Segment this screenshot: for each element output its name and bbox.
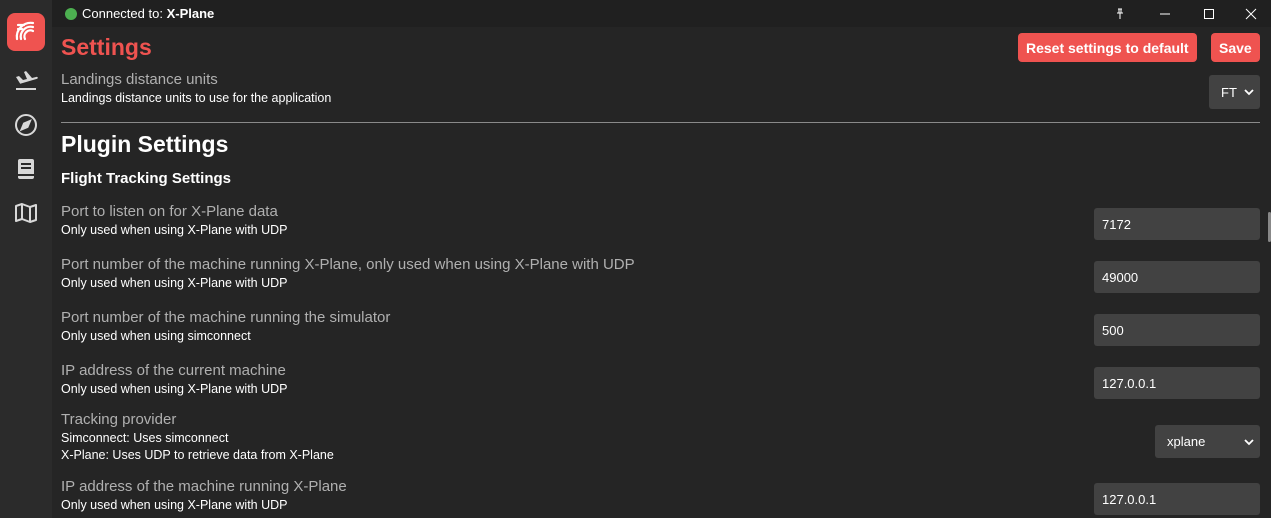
reset-defaults-button[interactable]: Reset settings to default — [1018, 33, 1197, 62]
xplane-ip-desc: Only used when using X-Plane with UDP — [61, 498, 288, 512]
pin-icon[interactable] — [1097, 0, 1142, 27]
xplane-machine-port-desc: Only used when using X-Plane with UDP — [61, 276, 288, 290]
xplane-machine-port-label: Port number of the machine running X-Pla… — [61, 256, 635, 273]
connection-prefix: Connected to: — [82, 6, 163, 21]
current-ip-desc: Only used when using X-Plane with UDP — [61, 382, 288, 396]
map-icon[interactable] — [7, 194, 45, 232]
minimize-icon[interactable] — [1142, 0, 1187, 27]
tracking-provider-select[interactable]: xplane — [1155, 425, 1260, 458]
landing-units-label: Landings distance units — [61, 71, 218, 88]
tracking-provider-value: xplane — [1167, 434, 1206, 449]
landing-units-select[interactable]: FT — [1209, 75, 1260, 109]
xplane-port-label: Port to listen on for X-Plane data — [61, 203, 278, 220]
sim-port-desc: Only used when using simconnect — [61, 329, 251, 343]
divider — [61, 122, 1260, 123]
xplane-ip-input[interactable]: 127.0.0.1 — [1094, 483, 1260, 515]
close-icon[interactable] — [1228, 0, 1271, 27]
tracking-provider-desc-simconnect: Simconnect: Uses simconnect — [61, 431, 229, 445]
current-ip-input[interactable]: 127.0.0.1 — [1094, 367, 1260, 399]
tracking-provider-desc-xplane: X-Plane: Uses UDP to retrieve data from … — [61, 448, 334, 462]
landing-units-desc: Landings distance units to use for the a… — [61, 91, 332, 105]
xplane-port-desc: Only used when using X-Plane with UDP — [61, 223, 288, 237]
connection-status-dot — [65, 7, 77, 20]
chevron-down-icon — [1244, 89, 1254, 96]
connection-target: X-Plane — [166, 6, 215, 21]
settings-page: Settings Reset settings to default Save … — [52, 27, 1271, 518]
xplane-machine-port-input[interactable]: 49000 — [1094, 261, 1260, 293]
current-ip-label: IP address of the current machine — [61, 362, 286, 379]
connection-status: Connected to: X-Plane — [82, 6, 214, 21]
save-button[interactable]: Save — [1211, 33, 1260, 62]
xplane-ip-label: IP address of the machine running X-Plan… — [61, 478, 347, 495]
sim-port-label: Port number of the machine running the s… — [61, 309, 391, 326]
sidebar — [0, 0, 52, 518]
tracking-provider-label: Tracking provider — [61, 411, 177, 428]
logbook-icon[interactable] — [7, 150, 45, 188]
title-bar: Connected to: X-Plane — [52, 0, 1271, 27]
sim-port-input[interactable]: 500 — [1094, 314, 1260, 346]
xplane-port-input[interactable]: 7172 — [1094, 208, 1260, 240]
landing-units-value: FT — [1221, 84, 1237, 100]
maximize-icon[interactable] — [1186, 0, 1231, 27]
compass-icon[interactable] — [7, 106, 45, 144]
app-logo-icon[interactable] — [7, 13, 45, 51]
plane-landing-icon[interactable] — [7, 61, 45, 99]
flight-tracking-heading: Flight Tracking Settings — [61, 170, 232, 187]
chevron-down-icon — [1244, 438, 1254, 445]
page-title: Settings — [61, 34, 152, 60]
plugin-settings-heading: Plugin Settings — [61, 131, 229, 157]
